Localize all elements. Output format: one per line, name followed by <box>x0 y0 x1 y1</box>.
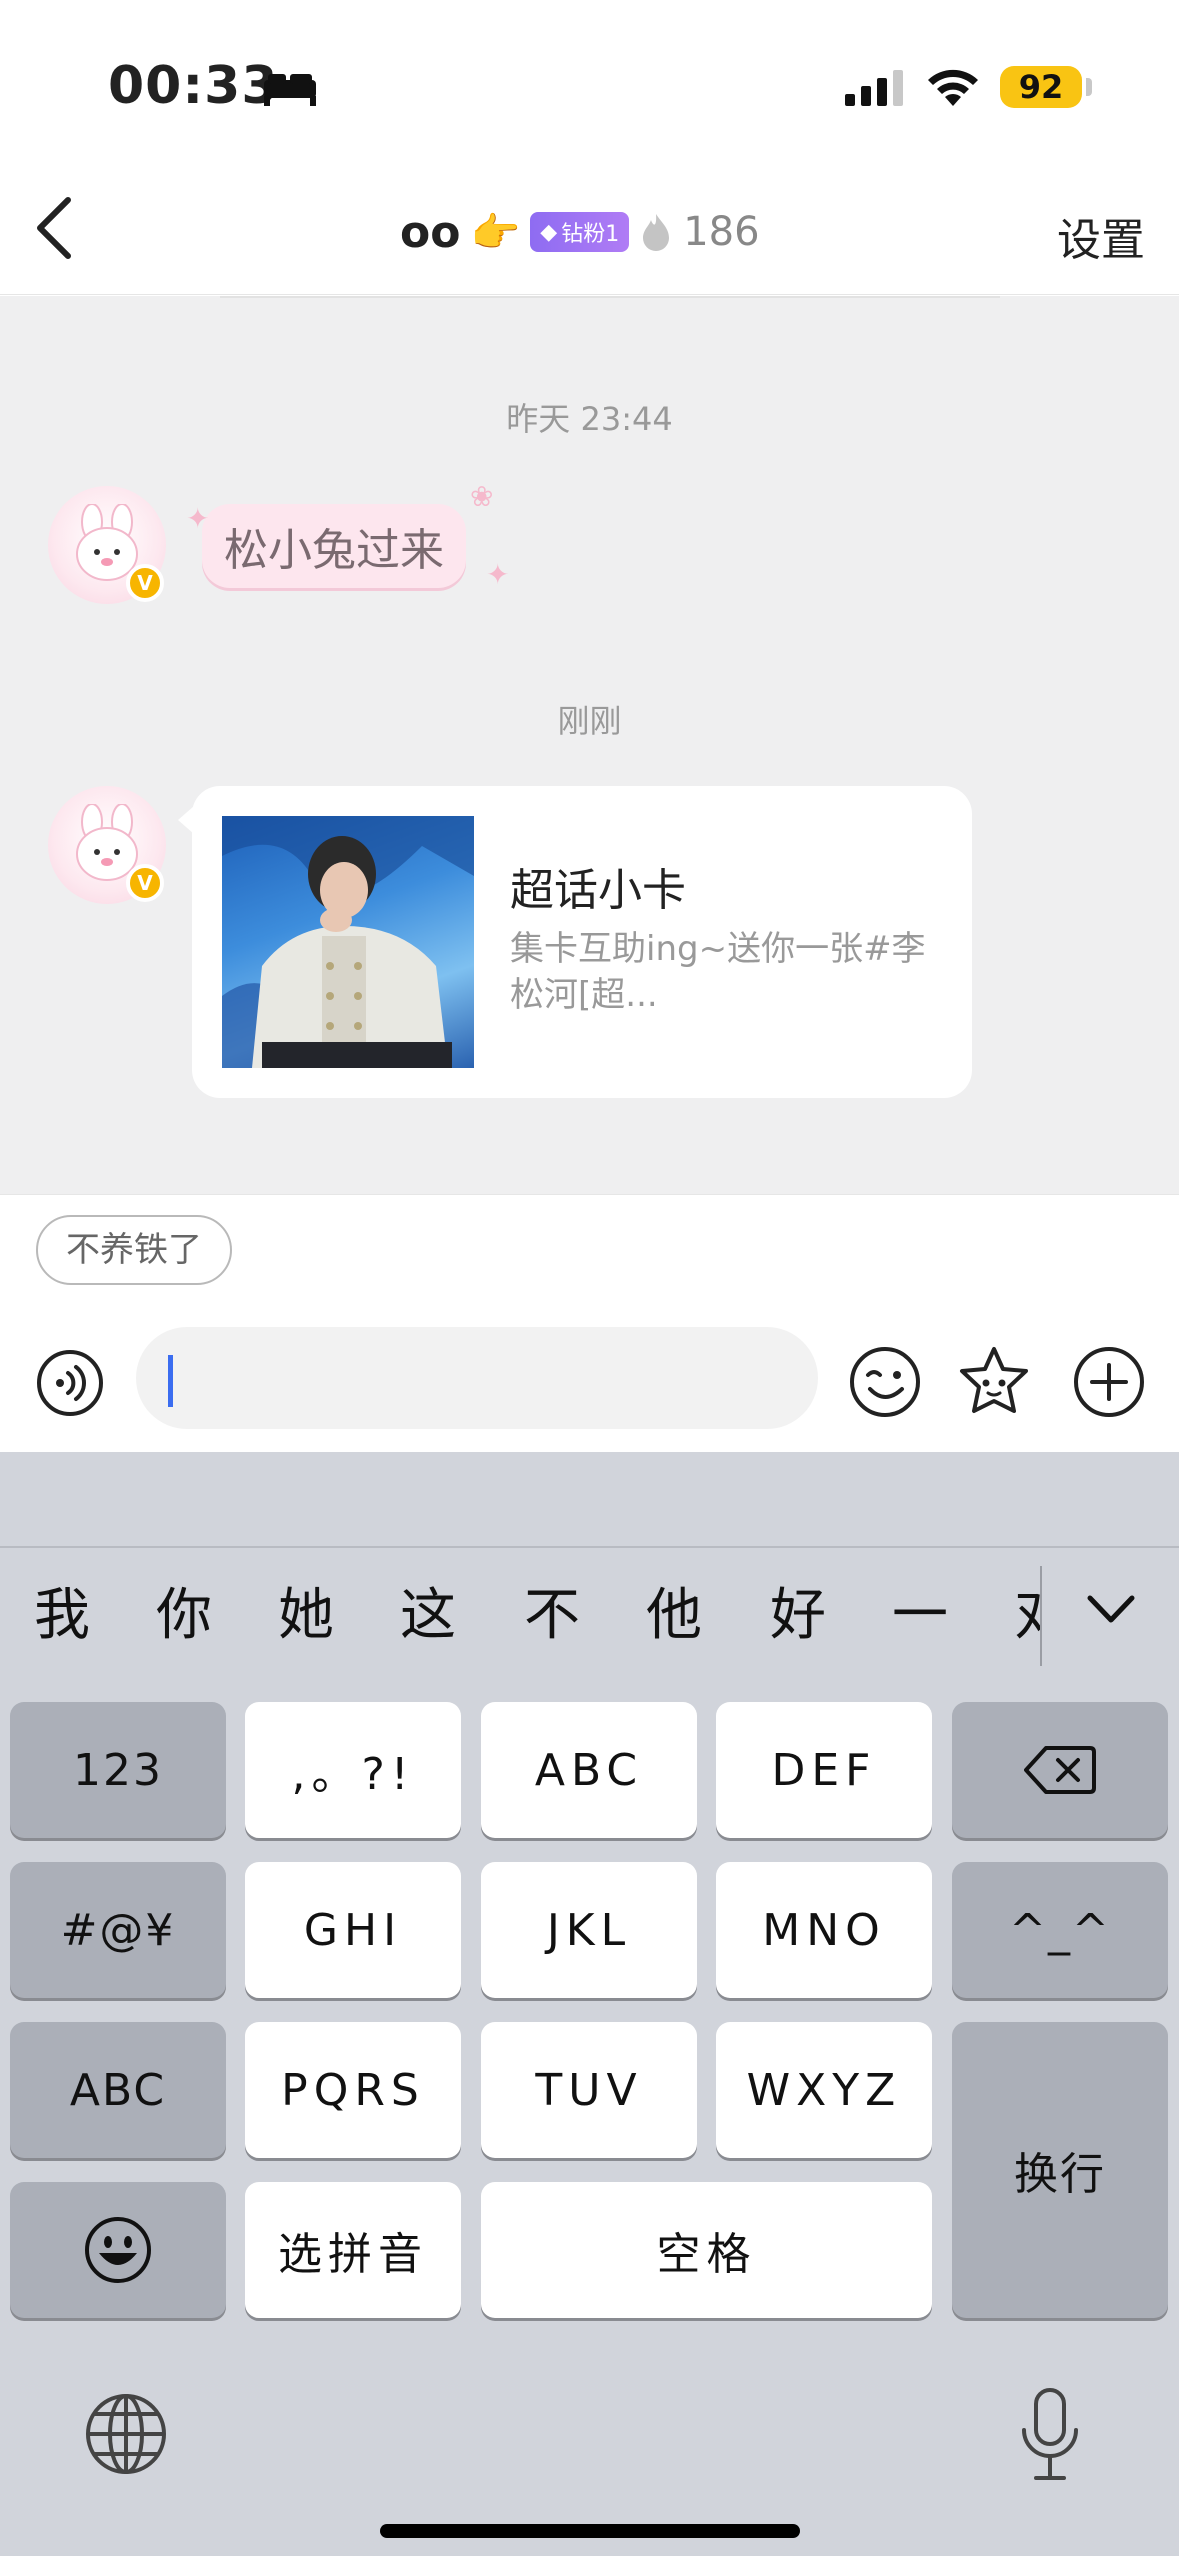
card-description: 集卡互助ing~送你一张#李松河[超... <box>510 929 926 1015</box>
message-bubble[interactable]: 松小兔过来 <box>202 504 466 588</box>
candidate-word[interactable]: 他 <box>646 1570 702 1651</box>
microphone-icon[interactable] <box>1018 2388 1082 2482</box>
key-ghi[interactable]: GHI <box>245 1862 461 1998</box>
status-bar: 00:33 92 <box>0 0 1179 170</box>
key-mno[interactable]: MNO <box>716 1862 932 1998</box>
candidate-word[interactable]: 对 <box>1014 1570 1040 1651</box>
space-key[interactable]: 空格 <box>481 2182 932 2318</box>
person-photo-icon <box>222 816 474 1068</box>
diamond-icon: ◆ <box>540 219 558 245</box>
keyboard: 我 你 她 这 不 他 好 一 对 123 ,。?! ABC DEF #@¥ G… <box>0 1452 1179 2556</box>
flame-icon <box>643 214 670 251</box>
contact-title[interactable]: oo 👉 ◆ 钻粉1 186 <box>400 202 760 262</box>
back-chevron-icon[interactable] <box>34 196 74 260</box>
status-time: 00:33 <box>108 56 279 116</box>
return-key[interactable]: 换行 <box>952 2022 1168 2318</box>
card-title: 超话小卡 <box>510 865 686 916</box>
fan-level-badge: ◆ 钻粉1 <box>530 212 630 252</box>
candidate-bar: 我 你 她 这 不 他 好 一 对 <box>0 1562 1040 1662</box>
quick-reply-chip[interactable]: 不养铁了 <box>36 1215 232 1285</box>
key-punctuation[interactable]: ,。?! <box>245 1702 461 1838</box>
battery-level: 92 <box>1000 66 1082 108</box>
key-123[interactable]: 123 <box>10 1702 226 1838</box>
battery-cap <box>1086 78 1092 96</box>
key-select-pinyin[interactable]: 选拼音 <box>245 2182 461 2318</box>
settings-button[interactable]: 设置 <box>1057 204 1145 268</box>
candidate-word[interactable]: 你 <box>156 1570 212 1651</box>
divider <box>220 296 1000 298</box>
key-emoticon[interactable]: ^_^ <box>952 1862 1168 1998</box>
verified-badge-icon: V <box>126 864 164 902</box>
delete-key[interactable] <box>952 1702 1168 1838</box>
wifi-icon <box>928 69 978 106</box>
message-timestamp: 昨天 23:44 <box>506 400 673 438</box>
home-indicator[interactable] <box>380 2524 800 2538</box>
candidate-word[interactable]: 她 <box>278 1570 334 1651</box>
key-wxyz[interactable]: WXYZ <box>716 2022 932 2158</box>
candidate-word[interactable]: 我 <box>34 1570 90 1651</box>
composer: 不养铁了 <box>0 1194 1179 1452</box>
chat-history[interactable]: 昨天 23:44 V 松小兔过来 ✦ ❀ ✦ 刚刚 V 超话小卡 集卡互助ing… <box>0 296 1179 1194</box>
contact-name: oo <box>400 206 461 258</box>
sparkle-icon: ✦ <box>186 502 210 535</box>
candidate-word[interactable]: 这 <box>400 1570 456 1651</box>
sparkle-icon: ✦ <box>486 558 510 591</box>
emoji-key[interactable] <box>10 2182 226 2318</box>
chevron-down-icon[interactable] <box>1086 1592 1136 1626</box>
bed-icon <box>264 74 316 106</box>
candidate-word[interactable]: 一 <box>892 1570 948 1651</box>
key-tuv[interactable]: TUV <box>481 2022 697 2158</box>
avatar[interactable]: V <box>48 486 166 604</box>
text-cursor <box>168 1355 173 1407</box>
divider <box>0 1546 1179 1548</box>
message-input[interactable] <box>136 1327 818 1429</box>
chat-header: oo 👉 ◆ 钻粉1 186 设置 <box>0 170 1179 295</box>
shared-card-message[interactable]: 超话小卡 集卡互助ing~送你一张#李松河[超... <box>178 786 972 1098</box>
voice-input-icon[interactable] <box>36 1349 104 1417</box>
key-pqrs[interactable]: PQRS <box>245 2022 461 2158</box>
avatar[interactable]: V <box>48 786 166 904</box>
paw-icon: ❀ <box>470 480 494 513</box>
card-photo <box>222 816 474 1068</box>
globe-icon[interactable] <box>84 2392 168 2476</box>
key-jkl[interactable]: JKL <box>481 1862 697 1998</box>
divider <box>1040 1566 1042 1666</box>
smiley-icon <box>85 2217 151 2283</box>
fan-badge-label: 钻粉1 <box>561 222 620 247</box>
verified-badge-icon: V <box>126 564 164 602</box>
emoji-icon[interactable] <box>848 1345 922 1419</box>
key-def[interactable]: DEF <box>716 1702 932 1838</box>
key-symbols[interactable]: #@¥ <box>10 1862 226 1998</box>
pointing-hand-emoji: 👉 <box>470 209 521 256</box>
candidate-word[interactable]: 不 <box>524 1570 580 1651</box>
key-abc-mode[interactable]: ABC <box>10 2022 226 2158</box>
intimacy-count: 186 <box>683 209 760 255</box>
message-timestamp: 刚刚 <box>557 702 622 740</box>
key-abc[interactable]: ABC <box>481 1702 697 1838</box>
cellular-signal-icon <box>845 70 903 106</box>
backspace-icon <box>1024 1746 1096 1794</box>
candidate-word[interactable]: 好 <box>770 1570 826 1651</box>
sticker-icon[interactable] <box>956 1345 1032 1421</box>
plus-icon[interactable] <box>1072 1345 1146 1419</box>
